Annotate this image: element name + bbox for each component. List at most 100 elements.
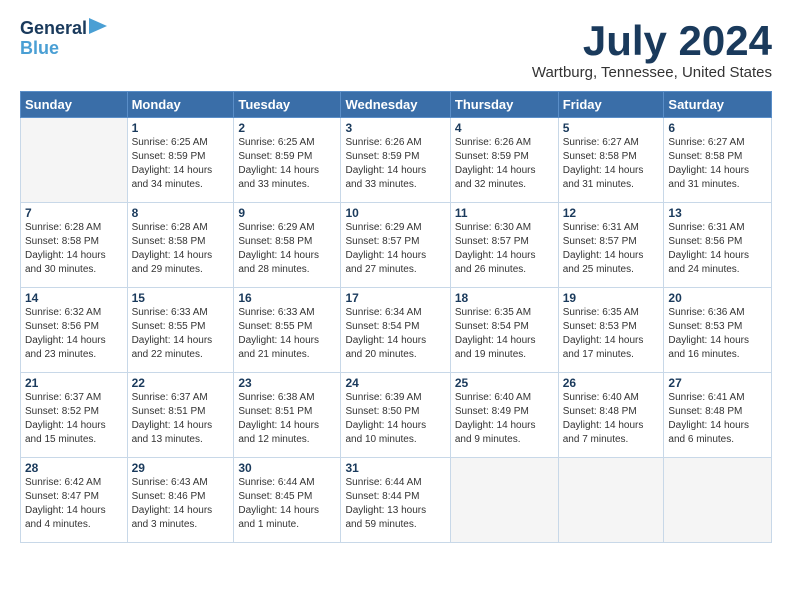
calendar-cell: 9Sunrise: 6:29 AM Sunset: 8:58 PM Daylig… <box>234 203 341 288</box>
day-info: Sunrise: 6:28 AM Sunset: 8:58 PM Dayligh… <box>25 221 123 277</box>
calendar-cell: 6Sunrise: 6:27 AM Sunset: 8:58 PM Daylig… <box>664 118 772 203</box>
day-number: 1 <box>132 121 230 135</box>
calendar-cell: 8Sunrise: 6:28 AM Sunset: 8:58 PM Daylig… <box>127 203 234 288</box>
logo-blue-text: Blue <box>20 39 59 59</box>
day-info: Sunrise: 6:26 AM Sunset: 8:59 PM Dayligh… <box>345 136 445 192</box>
calendar-cell: 20Sunrise: 6:36 AM Sunset: 8:53 PM Dayli… <box>664 288 772 373</box>
day-info: Sunrise: 6:30 AM Sunset: 8:57 PM Dayligh… <box>455 221 554 277</box>
calendar-cell: 19Sunrise: 6:35 AM Sunset: 8:53 PM Dayli… <box>558 288 664 373</box>
day-number: 11 <box>455 206 554 220</box>
col-header-tuesday: Tuesday <box>234 92 341 118</box>
calendar-cell: 2Sunrise: 6:25 AM Sunset: 8:59 PM Daylig… <box>234 118 341 203</box>
day-number: 27 <box>668 376 767 390</box>
day-number: 22 <box>132 376 230 390</box>
week-row-1: 1Sunrise: 6:25 AM Sunset: 8:59 PM Daylig… <box>21 118 772 203</box>
calendar-cell: 1Sunrise: 6:25 AM Sunset: 8:59 PM Daylig… <box>127 118 234 203</box>
day-info: Sunrise: 6:27 AM Sunset: 8:58 PM Dayligh… <box>668 136 767 192</box>
week-row-5: 28Sunrise: 6:42 AM Sunset: 8:47 PM Dayli… <box>21 458 772 543</box>
calendar-header-row: SundayMondayTuesdayWednesdayThursdayFrid… <box>21 92 772 118</box>
calendar-cell: 17Sunrise: 6:34 AM Sunset: 8:54 PM Dayli… <box>341 288 450 373</box>
day-info: Sunrise: 6:37 AM Sunset: 8:52 PM Dayligh… <box>25 391 123 447</box>
calendar-cell: 4Sunrise: 6:26 AM Sunset: 8:59 PM Daylig… <box>450 118 558 203</box>
day-number: 2 <box>238 121 336 135</box>
day-info: Sunrise: 6:31 AM Sunset: 8:57 PM Dayligh… <box>563 221 660 277</box>
col-header-saturday: Saturday <box>664 92 772 118</box>
logo: General Blue <box>20 18 107 59</box>
day-info: Sunrise: 6:28 AM Sunset: 8:58 PM Dayligh… <box>132 221 230 277</box>
calendar-cell: 14Sunrise: 6:32 AM Sunset: 8:56 PM Dayli… <box>21 288 128 373</box>
page: General Blue July 2024 Wartburg, Tenness… <box>0 0 792 553</box>
day-info: Sunrise: 6:33 AM Sunset: 8:55 PM Dayligh… <box>238 306 336 362</box>
col-header-sunday: Sunday <box>21 92 128 118</box>
day-info: Sunrise: 6:41 AM Sunset: 8:48 PM Dayligh… <box>668 391 767 447</box>
calendar-cell: 18Sunrise: 6:35 AM Sunset: 8:54 PM Dayli… <box>450 288 558 373</box>
day-number: 3 <box>345 121 445 135</box>
calendar-cell: 30Sunrise: 6:44 AM Sunset: 8:45 PM Dayli… <box>234 458 341 543</box>
day-info: Sunrise: 6:36 AM Sunset: 8:53 PM Dayligh… <box>668 306 767 362</box>
calendar-cell <box>450 458 558 543</box>
day-info: Sunrise: 6:26 AM Sunset: 8:59 PM Dayligh… <box>455 136 554 192</box>
day-number: 26 <box>563 376 660 390</box>
calendar-cell: 27Sunrise: 6:41 AM Sunset: 8:48 PM Dayli… <box>664 373 772 458</box>
day-info: Sunrise: 6:32 AM Sunset: 8:56 PM Dayligh… <box>25 306 123 362</box>
calendar-cell <box>21 118 128 203</box>
day-number: 6 <box>668 121 767 135</box>
day-number: 14 <box>25 291 123 305</box>
logo-text: General <box>20 19 87 39</box>
day-number: 30 <box>238 461 336 475</box>
day-number: 24 <box>345 376 445 390</box>
col-header-friday: Friday <box>558 92 664 118</box>
day-number: 18 <box>455 291 554 305</box>
day-info: Sunrise: 6:44 AM Sunset: 8:44 PM Dayligh… <box>345 476 445 532</box>
calendar-cell: 5Sunrise: 6:27 AM Sunset: 8:58 PM Daylig… <box>558 118 664 203</box>
day-info: Sunrise: 6:31 AM Sunset: 8:56 PM Dayligh… <box>668 221 767 277</box>
day-info: Sunrise: 6:33 AM Sunset: 8:55 PM Dayligh… <box>132 306 230 362</box>
day-number: 4 <box>455 121 554 135</box>
calendar-cell: 13Sunrise: 6:31 AM Sunset: 8:56 PM Dayli… <box>664 203 772 288</box>
day-number: 9 <box>238 206 336 220</box>
day-info: Sunrise: 6:35 AM Sunset: 8:53 PM Dayligh… <box>563 306 660 362</box>
day-info: Sunrise: 6:25 AM Sunset: 8:59 PM Dayligh… <box>132 136 230 192</box>
calendar-cell: 10Sunrise: 6:29 AM Sunset: 8:57 PM Dayli… <box>341 203 450 288</box>
calendar-cell: 28Sunrise: 6:42 AM Sunset: 8:47 PM Dayli… <box>21 458 128 543</box>
header: General Blue July 2024 Wartburg, Tenness… <box>20 18 772 81</box>
calendar-cell: 11Sunrise: 6:30 AM Sunset: 8:57 PM Dayli… <box>450 203 558 288</box>
calendar-cell: 3Sunrise: 6:26 AM Sunset: 8:59 PM Daylig… <box>341 118 450 203</box>
calendar-cell: 15Sunrise: 6:33 AM Sunset: 8:55 PM Dayli… <box>127 288 234 373</box>
calendar-cell <box>664 458 772 543</box>
day-number: 23 <box>238 376 336 390</box>
day-number: 17 <box>345 291 445 305</box>
day-number: 10 <box>345 206 445 220</box>
day-number: 19 <box>563 291 660 305</box>
day-info: Sunrise: 6:37 AM Sunset: 8:51 PM Dayligh… <box>132 391 230 447</box>
calendar-cell: 24Sunrise: 6:39 AM Sunset: 8:50 PM Dayli… <box>341 373 450 458</box>
day-number: 29 <box>132 461 230 475</box>
day-info: Sunrise: 6:29 AM Sunset: 8:58 PM Dayligh… <box>238 221 336 277</box>
day-info: Sunrise: 6:39 AM Sunset: 8:50 PM Dayligh… <box>345 391 445 447</box>
day-number: 7 <box>25 206 123 220</box>
logo-arrow-icon <box>89 18 107 34</box>
day-info: Sunrise: 6:40 AM Sunset: 8:49 PM Dayligh… <box>455 391 554 447</box>
day-info: Sunrise: 6:40 AM Sunset: 8:48 PM Dayligh… <box>563 391 660 447</box>
calendar-cell: 31Sunrise: 6:44 AM Sunset: 8:44 PM Dayli… <box>341 458 450 543</box>
day-info: Sunrise: 6:38 AM Sunset: 8:51 PM Dayligh… <box>238 391 336 447</box>
day-info: Sunrise: 6:44 AM Sunset: 8:45 PM Dayligh… <box>238 476 336 532</box>
day-number: 28 <box>25 461 123 475</box>
day-number: 5 <box>563 121 660 135</box>
calendar-cell: 21Sunrise: 6:37 AM Sunset: 8:52 PM Dayli… <box>21 373 128 458</box>
week-row-3: 14Sunrise: 6:32 AM Sunset: 8:56 PM Dayli… <box>21 288 772 373</box>
calendar-body: 1Sunrise: 6:25 AM Sunset: 8:59 PM Daylig… <box>21 118 772 543</box>
day-number: 20 <box>668 291 767 305</box>
day-info: Sunrise: 6:25 AM Sunset: 8:59 PM Dayligh… <box>238 136 336 192</box>
col-header-thursday: Thursday <box>450 92 558 118</box>
calendar-cell: 7Sunrise: 6:28 AM Sunset: 8:58 PM Daylig… <box>21 203 128 288</box>
calendar-cell: 25Sunrise: 6:40 AM Sunset: 8:49 PM Dayli… <box>450 373 558 458</box>
day-number: 16 <box>238 291 336 305</box>
week-row-4: 21Sunrise: 6:37 AM Sunset: 8:52 PM Dayli… <box>21 373 772 458</box>
col-header-monday: Monday <box>127 92 234 118</box>
month-title: July 2024 <box>532 18 772 64</box>
calendar-cell: 26Sunrise: 6:40 AM Sunset: 8:48 PM Dayli… <box>558 373 664 458</box>
day-info: Sunrise: 6:34 AM Sunset: 8:54 PM Dayligh… <box>345 306 445 362</box>
day-number: 8 <box>132 206 230 220</box>
calendar-cell <box>558 458 664 543</box>
